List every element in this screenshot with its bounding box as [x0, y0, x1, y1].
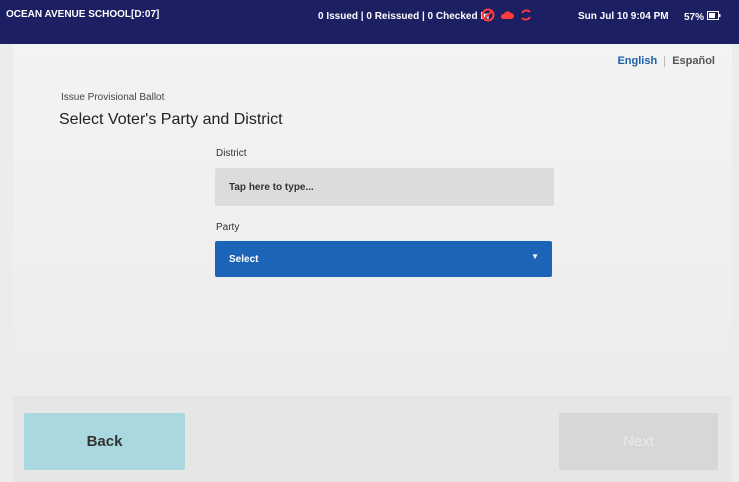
language-divider [664, 55, 666, 67]
date-time: Sun Jul 10 9:04 PM [578, 11, 669, 22]
district-label: District [216, 148, 247, 159]
next-button[interactable]: Next [559, 413, 718, 470]
language-english[interactable]: English [617, 55, 657, 67]
language-spanish[interactable]: Español [672, 55, 715, 67]
page-kicker: Issue Provisional Ballot [61, 92, 165, 103]
district-input[interactable]: Tap here to type... [215, 168, 554, 206]
page-title: Select Voter's Party and District [59, 111, 283, 128]
chevron-down-icon: ▼ [531, 252, 539, 261]
battery-indicator: 57% [684, 11, 721, 23]
ballot-counts: 0 Issued | 0 Reissued | 0 Checked In [318, 11, 490, 22]
battery-icon [706, 11, 721, 23]
language-switcher: English Español [617, 55, 715, 67]
cloud-alert-icon [500, 8, 514, 22]
back-button[interactable]: Back [24, 413, 185, 470]
party-label: Party [216, 222, 240, 233]
footer-bar: Back Next [13, 396, 732, 482]
status-bar: OCEAN AVENUE SCHOOL[D:07] 0 Issued | 0 R… [0, 0, 739, 44]
battery-percent: 57% [684, 12, 705, 23]
sync-icon [519, 8, 533, 22]
polling-location: OCEAN AVENUE SCHOOL[D:07] [6, 9, 160, 20]
party-selected-value: Select [229, 254, 259, 265]
district-placeholder: Tap here to type... [229, 182, 314, 193]
no-connection-icon [481, 8, 495, 22]
party-select[interactable]: Select ▼ [215, 241, 552, 277]
status-icons [481, 8, 533, 22]
